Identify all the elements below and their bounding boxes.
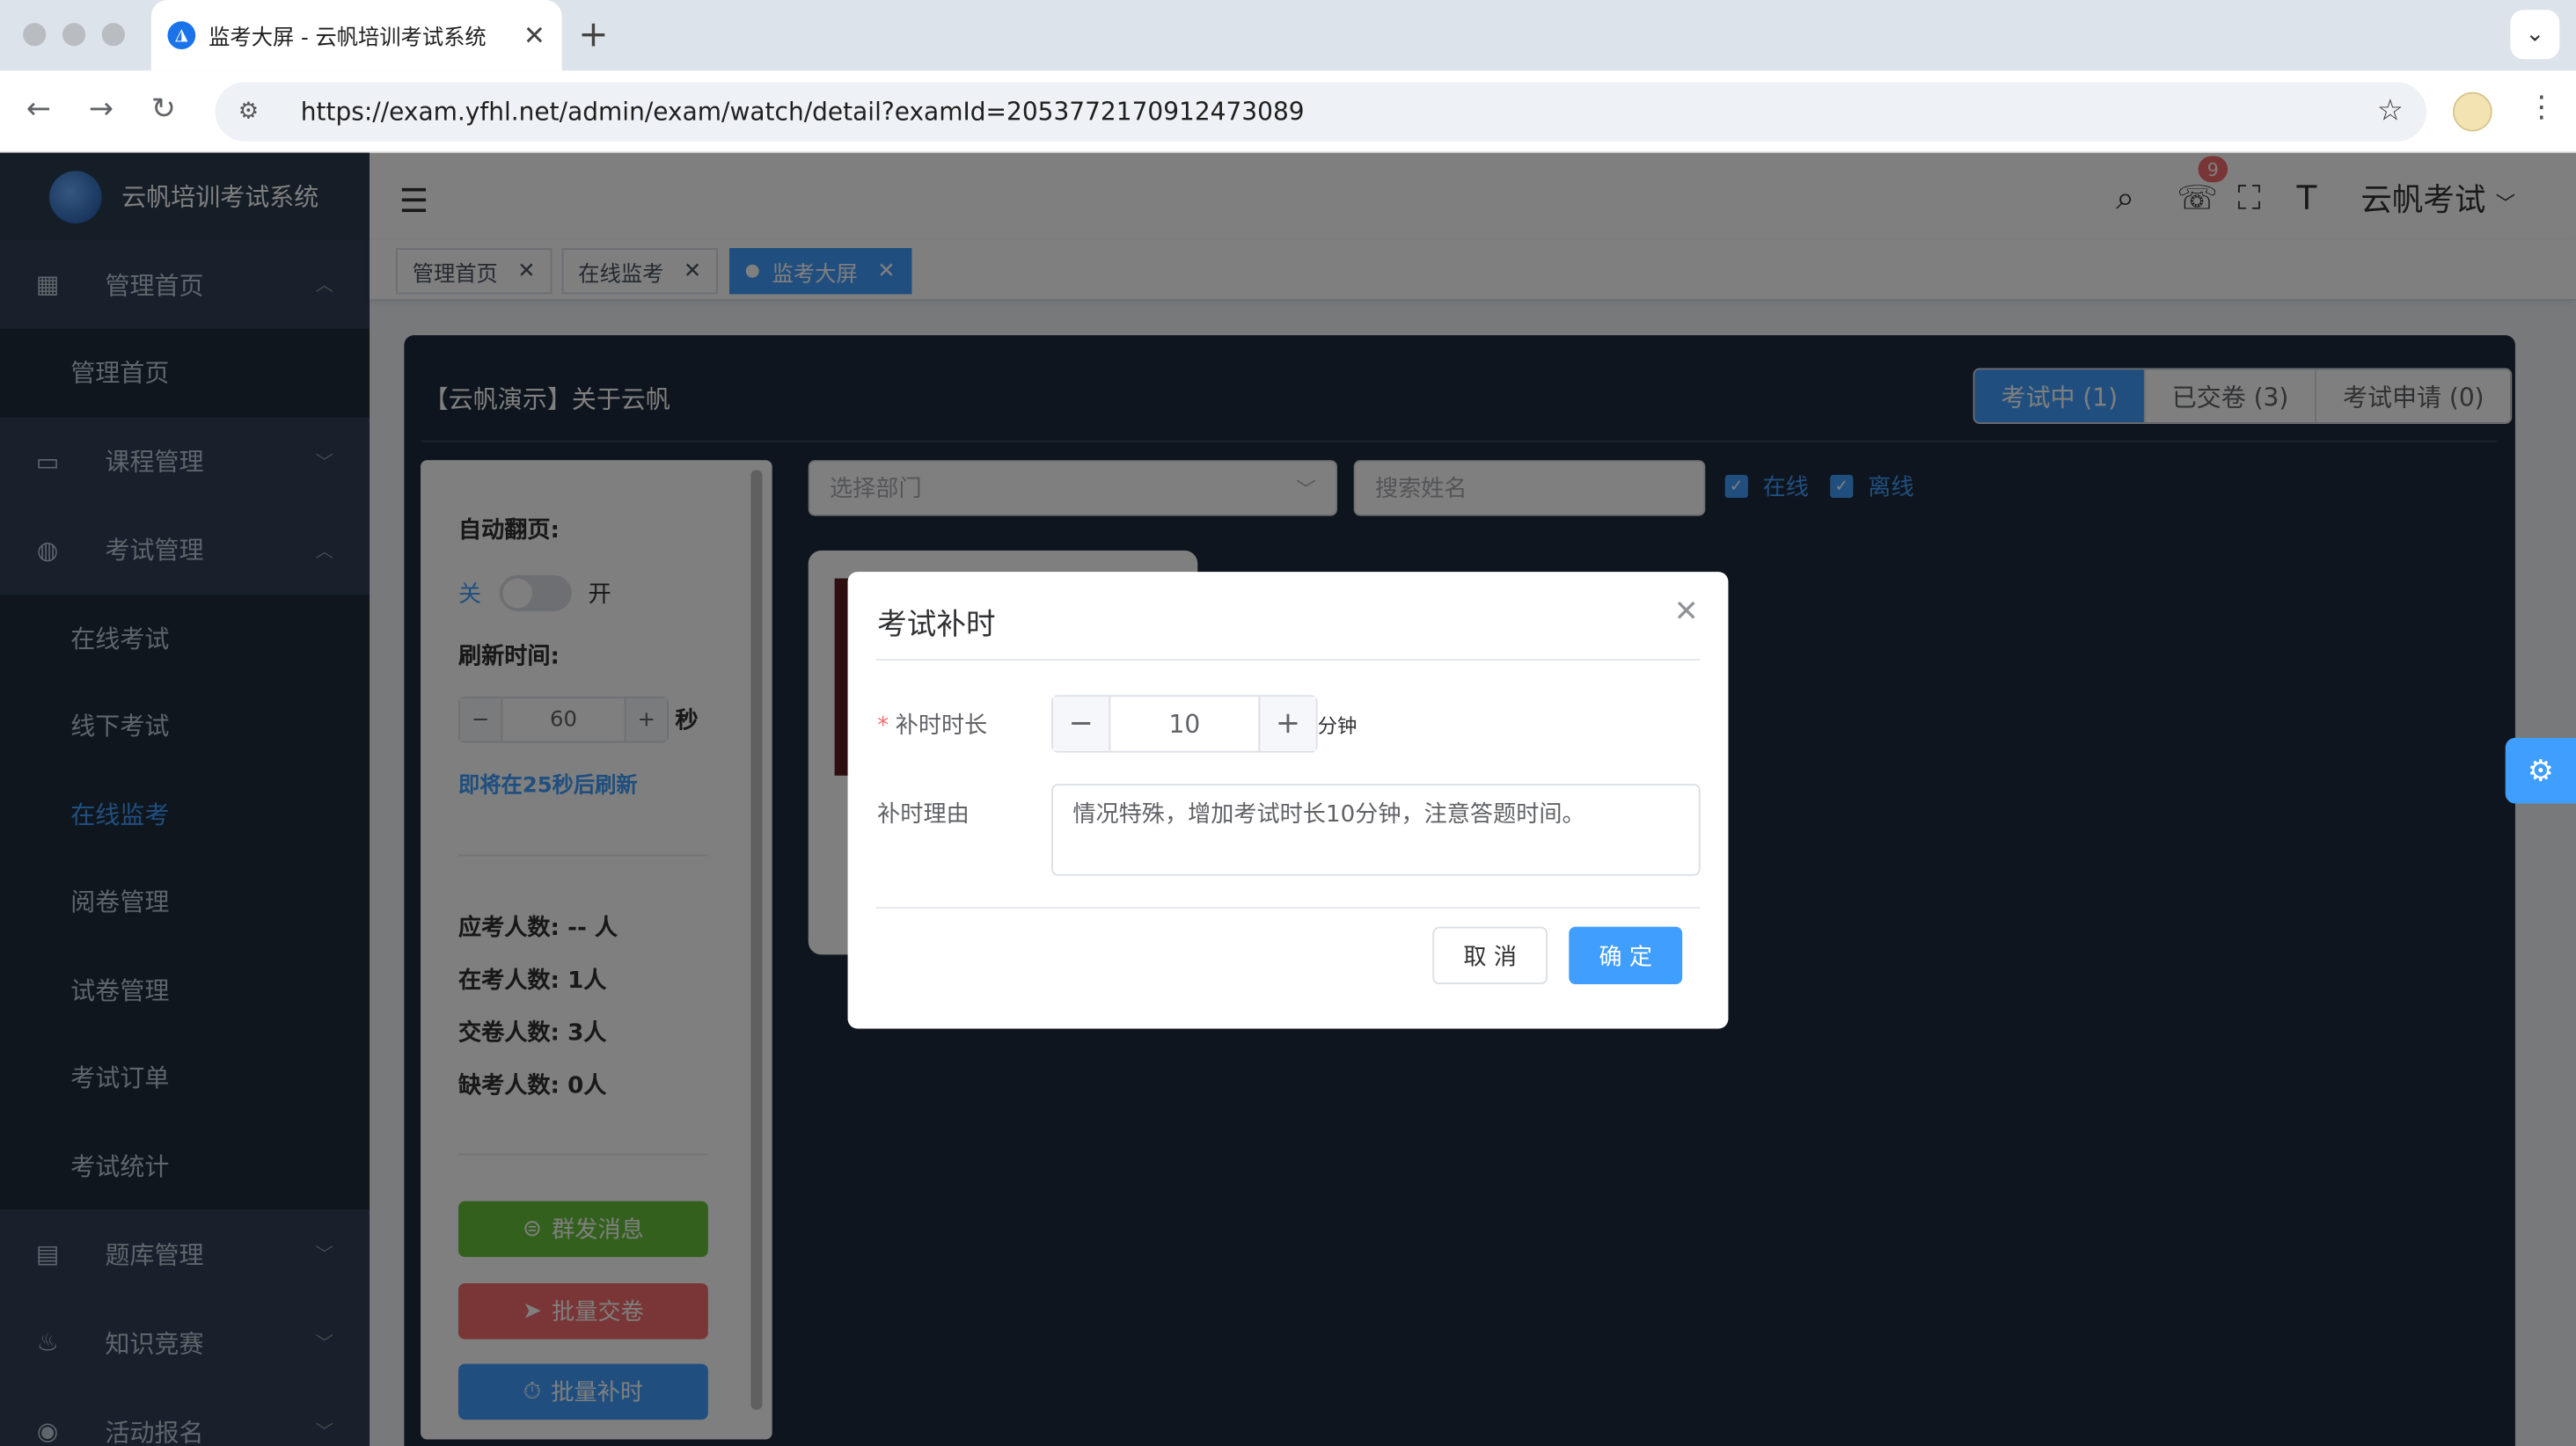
extend-time-dialog: 考试补时 ✕ * 补时时长 − 10 + 分钟 补时理由 情况特殊，增加考试时长1… <box>847 572 1729 1029</box>
reload-icon[interactable]: ↻ <box>151 92 176 127</box>
window-minimize-button[interactable] <box>62 23 86 47</box>
reason-label: 补时理由 <box>877 801 970 829</box>
required-mark: * <box>877 712 889 740</box>
duration-value[interactable]: 10 <box>1110 697 1258 751</box>
cancel-button[interactable]: 取 消 <box>1432 926 1548 985</box>
browser-tab-active[interactable]: ◮ 监考大屏 - 云帆培训考试系统 ✕ <box>150 0 562 71</box>
browser-menu-icon[interactable]: ⋮ <box>2527 91 2557 125</box>
duration-unit: 分钟 <box>1317 714 1358 738</box>
close-icon[interactable]: ✕ <box>1674 595 1699 629</box>
decrease-button[interactable]: − <box>1052 697 1111 751</box>
address-bar[interactable]: ⚙ https://exam.yfhl.net/admin/exam/watch… <box>215 82 2427 142</box>
confirm-button[interactable]: 确 定 <box>1569 926 1683 985</box>
window-maximize-button[interactable] <box>101 23 125 47</box>
dialog-title: 考试补时 <box>877 608 996 643</box>
tab-search-icon[interactable]: ⌄ <box>2510 10 2560 60</box>
url-text: https://exam.yfhl.net/admin/exam/watch/d… <box>300 97 1305 127</box>
duration-label-text: 补时时长 <box>895 712 988 740</box>
duration-label: * 补时时长 <box>877 708 987 741</box>
site-favicon-icon: ◮ <box>167 21 196 50</box>
profile-avatar[interactable] <box>2452 91 2492 132</box>
reason-textarea[interactable]: 情况特殊，增加考试时长10分钟，注意答题时间。 <box>1051 784 1701 876</box>
browser-toolbar: ← → ↻ ⚙ https://exam.yfhl.net/admin/exam… <box>0 70 2576 153</box>
browser-tab-strip: ◮ 监考大屏 - 云帆培训考试系统 ✕ + ⌄ <box>0 0 2576 71</box>
site-info-icon[interactable]: ⚙ <box>238 99 268 125</box>
increase-button[interactable]: + <box>1258 697 1316 751</box>
back-icon[interactable]: ← <box>26 92 51 127</box>
viewport: ◮ 监考大屏 - 云帆培训考试系统 ✕ + ⌄ ← → ↻ ⚙ https://… <box>0 0 2576 1446</box>
window-close-button[interactable] <box>23 23 47 47</box>
divider <box>875 659 1701 661</box>
divider <box>875 907 1701 909</box>
forward-icon[interactable]: → <box>89 92 113 127</box>
settings-gear-icon[interactable]: ⚙ <box>2505 737 2576 804</box>
close-tab-icon[interactable]: ✕ <box>523 19 545 50</box>
duration-input: − 10 + <box>1051 695 1318 753</box>
bookmark-star-icon[interactable]: ☆ <box>2377 93 2404 128</box>
new-tab-icon[interactable]: + <box>578 15 608 56</box>
browser-tab-title: 监考大屏 - 云帆培训考试系统 <box>209 26 487 51</box>
